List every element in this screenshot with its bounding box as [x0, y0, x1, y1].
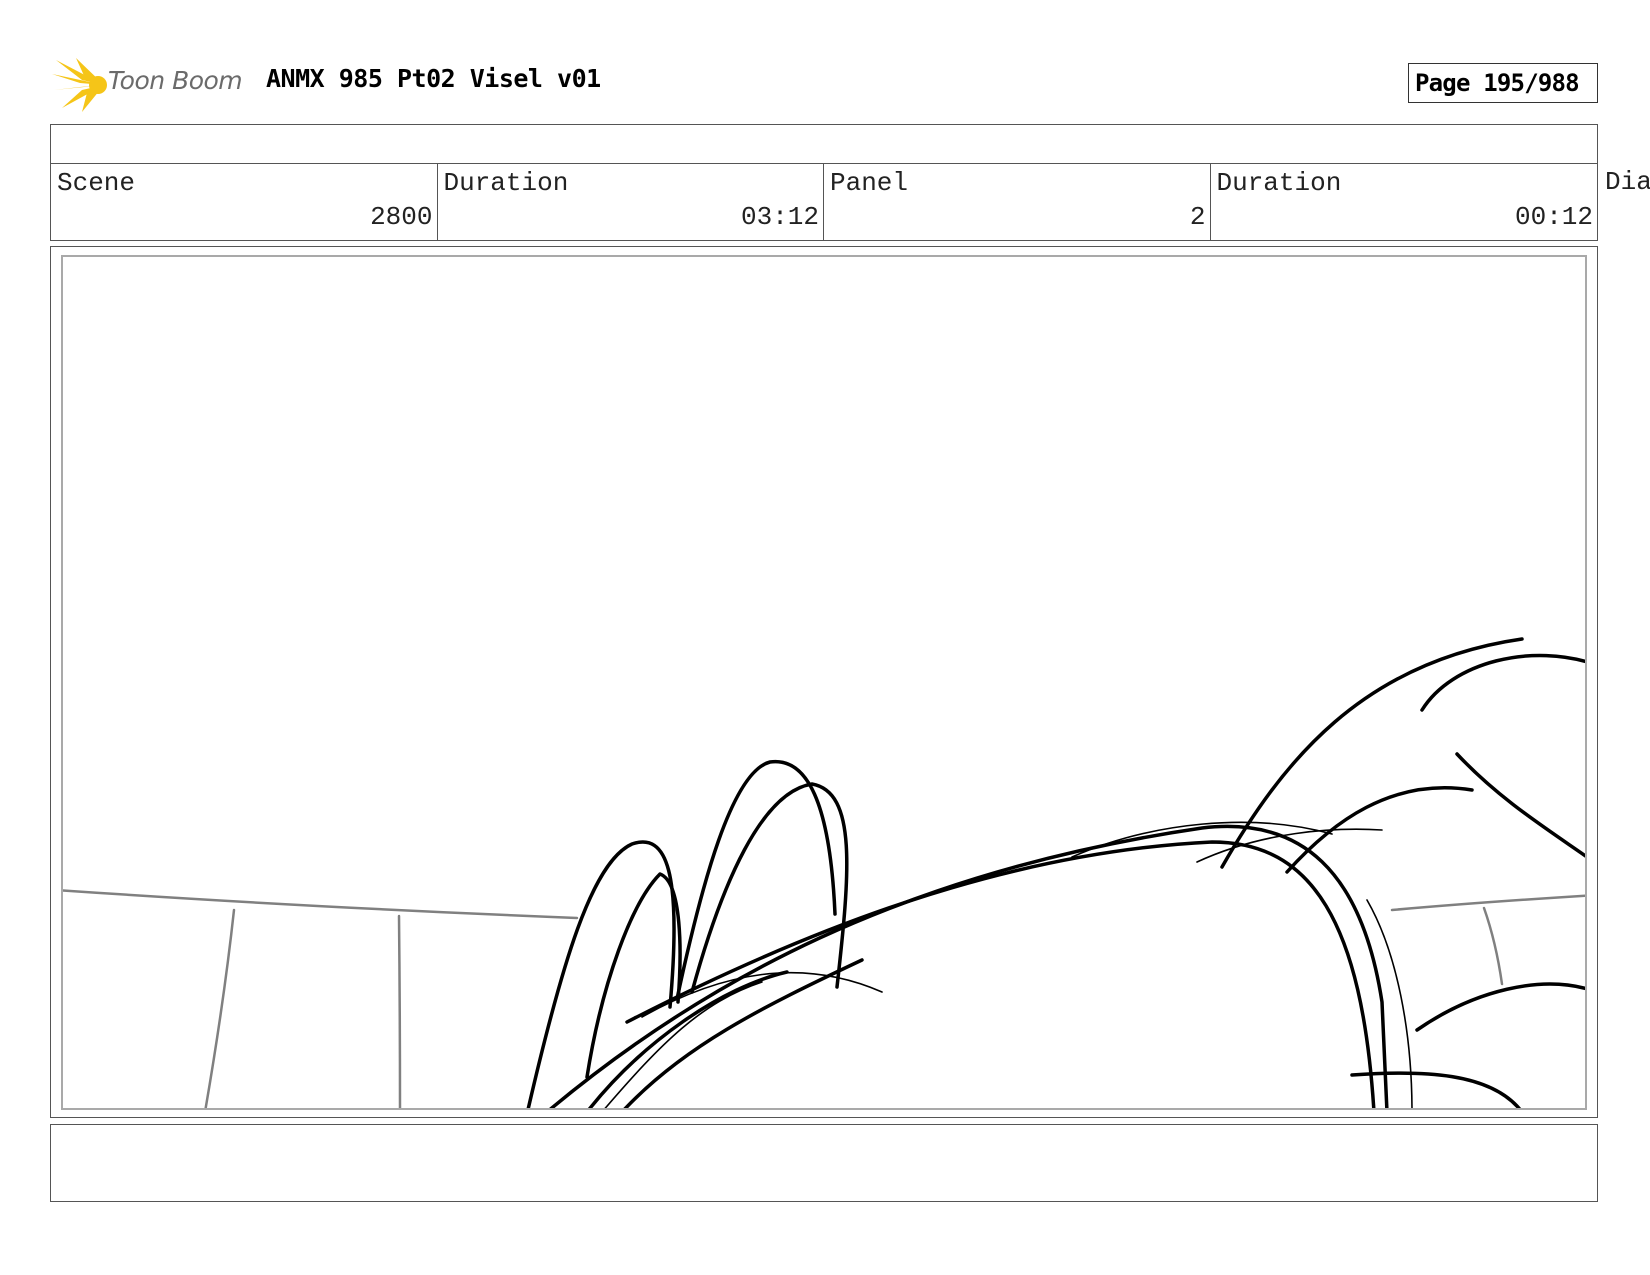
- panel-duration-value: 00:12: [1514, 202, 1593, 232]
- scene-duration-value: 03:12: [740, 202, 819, 232]
- logo-text: Toon Boom: [108, 66, 243, 95]
- hair-strand-2: [1420, 653, 1585, 712]
- panel-duration-label: Duration: [1216, 168, 1342, 198]
- background-post-2: [397, 914, 402, 1108]
- panel-notes-box: [50, 1124, 1598, 1202]
- fur-stroke-thin-2: [1196, 828, 1383, 863]
- panel-number: 2: [1189, 202, 1206, 232]
- panel-cell: Panel 2: [824, 164, 1211, 240]
- panel-duration-cell: Duration 00:12: [1211, 164, 1598, 240]
- scene-label: Scene: [57, 168, 136, 198]
- background-horizon-line-left: [63, 889, 579, 920]
- scene-info-row: Scene 2800 Duration 03:12 Panel 2 Durati…: [50, 163, 1598, 241]
- page-indicator: Page 195/988: [1408, 63, 1598, 103]
- sketch-drawing: [63, 637, 1585, 1108]
- toon-boom-logo: Toon Boom: [52, 56, 252, 114]
- scene-duration-cell: Duration 03:12: [438, 164, 824, 240]
- panel-label: Panel: [830, 168, 909, 198]
- hair-strand-4: [1455, 752, 1585, 858]
- fur-stroke-thin-5: [604, 981, 763, 1108]
- logo-burst-icon: [52, 58, 107, 112]
- document-title: ANMX 985 Pt02 Visel v01: [266, 64, 601, 93]
- head-outline-inner: [625, 840, 1376, 1108]
- fur-stroke-thin-3: [1366, 899, 1413, 1108]
- scene-cell: Scene 2800: [51, 164, 438, 240]
- background-horizon-line-right: [1390, 894, 1585, 912]
- scene-number: 2800: [370, 202, 433, 232]
- scene-duration-label: Duration: [443, 168, 569, 198]
- hair-strand-5: [1415, 982, 1585, 1032]
- background-post-1: [204, 908, 236, 1108]
- storyboard-panel-image: [61, 255, 1587, 1110]
- dialogue-label-cut-off: Dia: [1605, 167, 1650, 197]
- ground-line-right: [1350, 1071, 1521, 1108]
- top-strip: [50, 124, 1598, 164]
- fur-stroke-2: [623, 958, 864, 1108]
- background-post-3: [1482, 906, 1504, 986]
